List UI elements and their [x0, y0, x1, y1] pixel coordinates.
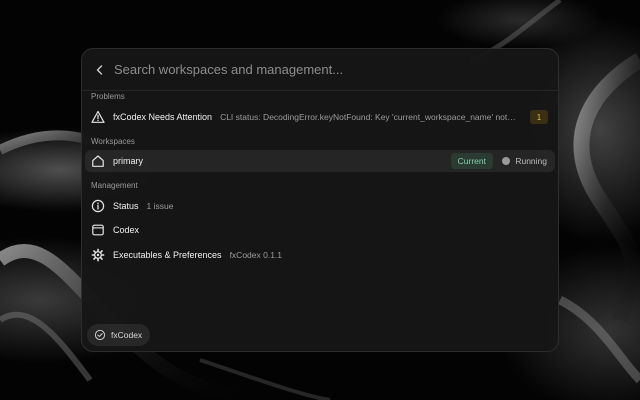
info-icon [91, 199, 105, 213]
management-detail: 1 issue [146, 201, 174, 211]
workspace-name: primary [113, 156, 144, 166]
problem-item[interactable]: fxCodex Needs Attention CLI status: Deco… [85, 106, 555, 128]
chevron-left-icon [96, 64, 103, 75]
management-item-executables-preferences[interactable]: Executables & Preferences fxCodex 0.1.1 [85, 244, 555, 266]
warning-icon [91, 110, 105, 124]
section-label-problems: Problems [91, 92, 125, 101]
problem-count-badge: 1 [530, 110, 548, 124]
current-badge: Current [450, 153, 493, 169]
management-item-status[interactable]: Status 1 issue [85, 195, 555, 217]
management-item-codex[interactable]: Codex [85, 219, 555, 241]
home-icon [91, 154, 105, 168]
management-title: Executables & Preferences [113, 250, 222, 260]
problem-detail: CLI status: DecodingError.keyNotFound: K… [220, 112, 517, 122]
app-logo-icon [94, 329, 106, 341]
workspace-item-primary[interactable]: primary Current Running [85, 150, 555, 172]
app-chip-button[interactable]: fxCodex [87, 324, 151, 346]
window-icon [91, 223, 105, 237]
search-bar [82, 49, 558, 91]
workspace-status: Running [502, 153, 547, 169]
command-palette: Problems fxCodex Needs Attention CLI sta… [81, 48, 559, 352]
status-dot-icon [502, 157, 511, 165]
management-title: Status [113, 201, 139, 211]
management-title: Codex [113, 225, 140, 235]
back-button[interactable] [89, 59, 111, 81]
workspace-status-label: Running [515, 156, 547, 166]
problem-title: fxCodex Needs Attention [113, 112, 213, 122]
search-input[interactable] [114, 57, 558, 82]
gear-icon [91, 248, 105, 262]
section-label-management: Management [91, 181, 138, 190]
app-chip-label: fxCodex [111, 330, 143, 340]
section-label-workspaces: Workspaces [91, 137, 135, 146]
management-detail: fxCodex 0.1.1 [229, 250, 283, 260]
